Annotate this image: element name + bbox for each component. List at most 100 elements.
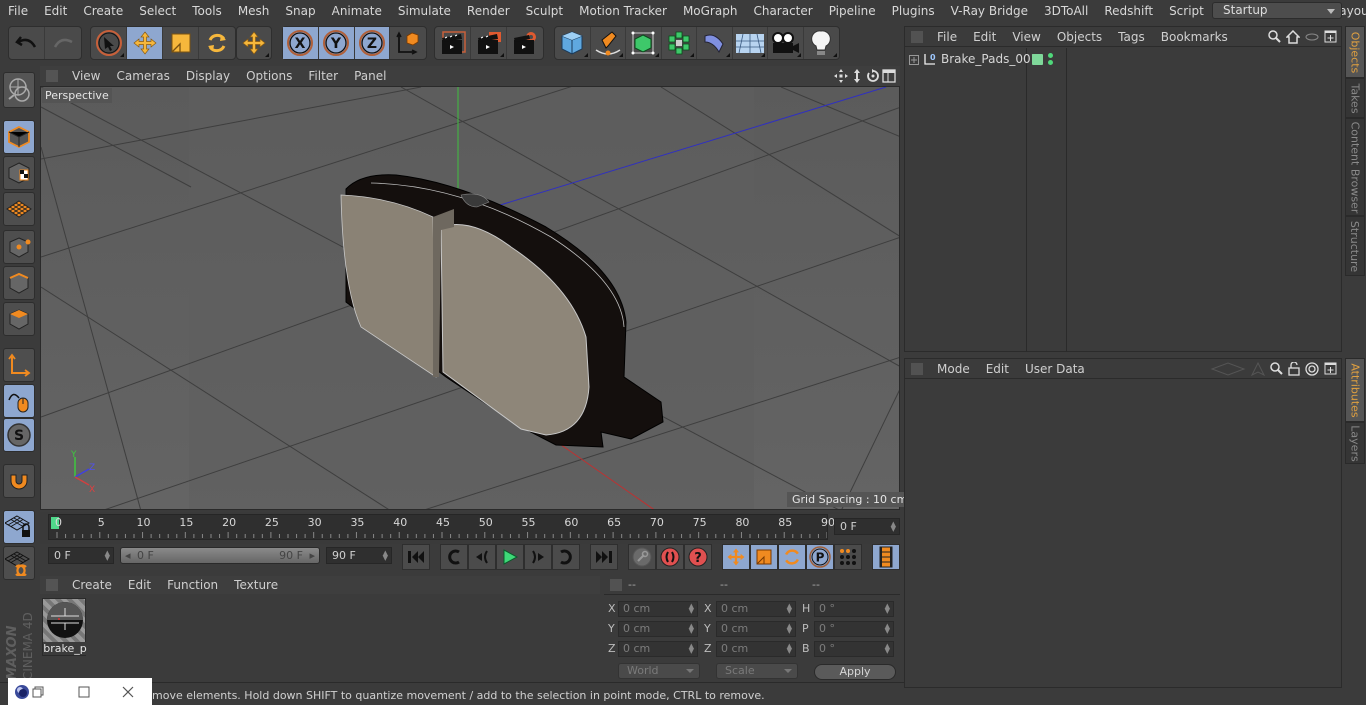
end-frame-field[interactable]: 90 F ▲ ▼ bbox=[326, 547, 392, 564]
enable-axis-button[interactable] bbox=[3, 348, 35, 382]
lock-icon[interactable] bbox=[1288, 361, 1300, 376]
position-key-button[interactable] bbox=[722, 544, 750, 570]
home-icon[interactable] bbox=[1286, 29, 1300, 44]
menu-select[interactable]: Select bbox=[131, 4, 184, 18]
menu-motion-tracker[interactable]: Motion Tracker bbox=[571, 4, 675, 18]
tab-takes[interactable]: Takes bbox=[1345, 78, 1365, 118]
cube-primitive-button[interactable] bbox=[555, 27, 591, 59]
rot-b-field[interactable]: 0 ° ▲ ▼ bbox=[814, 641, 894, 657]
viewport-menu-filter[interactable]: Filter bbox=[300, 69, 346, 83]
material-menu-create[interactable]: Create bbox=[64, 578, 120, 592]
tweak-mode-button[interactable] bbox=[3, 384, 35, 418]
menu-animate[interactable]: Animate bbox=[324, 4, 390, 18]
go-to-start-button[interactable] bbox=[402, 544, 430, 570]
next-frame-button[interactable] bbox=[524, 544, 552, 570]
subdivision-surface-button[interactable] bbox=[626, 27, 662, 59]
objects-menu-view[interactable]: View bbox=[1004, 30, 1048, 44]
y-axis-lock-button[interactable]: Y bbox=[318, 27, 355, 59]
menu-3dtoall[interactable]: 3DToAll bbox=[1036, 4, 1096, 18]
size-y-field[interactable]: 0 cm ▲ ▼ bbox=[716, 621, 796, 637]
material-menu-edit[interactable]: Edit bbox=[120, 578, 159, 592]
go-to-end-button[interactable] bbox=[590, 544, 618, 570]
panel-grip-icon[interactable] bbox=[610, 579, 622, 591]
snapping-button[interactable] bbox=[3, 464, 35, 498]
menu-file[interactable]: File bbox=[0, 4, 36, 18]
menu-redshift[interactable]: Redshift bbox=[1096, 4, 1161, 18]
rot-h-field[interactable]: 0 ° ▲ ▼ bbox=[814, 601, 894, 617]
timeline-ruler[interactable]: 0 5 10 15 20 25 30 35 40 45 50 55 60 65 70 75 80 85 90 bbox=[48, 514, 835, 540]
pen-spline-button[interactable] bbox=[591, 27, 626, 59]
menu-sculpt[interactable]: Sculpt bbox=[518, 4, 571, 18]
tab-content-browser[interactable]: Content Browser bbox=[1345, 118, 1365, 216]
up-arrow-icon[interactable] bbox=[1251, 361, 1265, 376]
viewport-menu-cameras[interactable]: Cameras bbox=[108, 69, 177, 83]
move-last-tool-button[interactable] bbox=[237, 27, 271, 59]
objects-menu-objects[interactable]: Objects bbox=[1049, 30, 1110, 44]
pos-x-field[interactable]: 0 cm ▲ ▼ bbox=[618, 601, 698, 617]
workplane-lock-button[interactable] bbox=[3, 510, 35, 544]
tab-layers[interactable]: Layers bbox=[1345, 422, 1365, 464]
material-menu-texture[interactable]: Texture bbox=[226, 578, 286, 592]
layer-color-swatch[interactable] bbox=[1032, 54, 1043, 65]
menu-script[interactable]: Script bbox=[1161, 4, 1212, 18]
redo-button[interactable] bbox=[45, 27, 81, 59]
new-view-icon[interactable] bbox=[1324, 362, 1337, 375]
close-icon[interactable] bbox=[122, 686, 134, 698]
dolly-icon[interactable] bbox=[850, 69, 864, 83]
x-axis-lock-button[interactable]: X bbox=[283, 27, 319, 59]
camera-button[interactable] bbox=[768, 27, 804, 59]
objects-menu-file[interactable]: File bbox=[929, 30, 965, 44]
timeline-window-button[interactable] bbox=[872, 544, 900, 570]
attributes-menu-user-data[interactable]: User Data bbox=[1017, 362, 1093, 376]
bend-deformer-button[interactable] bbox=[697, 27, 733, 59]
new-view-icon[interactable] bbox=[1324, 30, 1337, 43]
live-selection-button[interactable] bbox=[91, 27, 127, 59]
rot-p-field[interactable]: 0 ° ▲ ▼ bbox=[814, 621, 894, 637]
size-mode-select[interactable]: Scale bbox=[716, 663, 798, 679]
make-editable-button[interactable] bbox=[3, 72, 35, 108]
edges-mode-button[interactable] bbox=[3, 266, 35, 300]
orbit-icon[interactable] bbox=[866, 69, 880, 83]
menu-simulate[interactable]: Simulate bbox=[390, 4, 459, 18]
menu-pipeline[interactable]: Pipeline bbox=[821, 4, 884, 18]
move-button[interactable] bbox=[127, 27, 163, 59]
previous-key-button[interactable] bbox=[440, 544, 468, 570]
menu-render[interactable]: Render bbox=[459, 4, 518, 18]
light-button[interactable] bbox=[804, 27, 839, 59]
pos-y-field[interactable]: 0 cm ▲ ▼ bbox=[618, 621, 698, 637]
keyframe-selection-button[interactable]: ? bbox=[684, 544, 712, 570]
tab-structure[interactable]: Structure bbox=[1345, 216, 1365, 276]
rotation-key-button[interactable] bbox=[778, 544, 806, 570]
material-menu-function[interactable]: Function bbox=[159, 578, 226, 592]
workplane-mode-button[interactable] bbox=[3, 192, 35, 226]
viewport-menu-display[interactable]: Display bbox=[178, 69, 238, 83]
size-x-field[interactable]: 0 cm ▲ ▼ bbox=[716, 601, 796, 617]
link-icon[interactable] bbox=[1305, 32, 1319, 42]
viewport-menu-panel[interactable]: Panel bbox=[346, 69, 394, 83]
tab-attributes[interactable]: Attributes bbox=[1345, 358, 1365, 422]
size-z-field[interactable]: 0 cm ▲ ▼ bbox=[716, 641, 796, 657]
start-frame-field[interactable]: 0 F ▲ ▼ bbox=[48, 547, 114, 564]
autokey-button[interactable] bbox=[656, 544, 684, 570]
panel-grip-icon[interactable] bbox=[911, 30, 923, 43]
play-button[interactable] bbox=[496, 544, 524, 570]
viewport-menu-options[interactable]: Options bbox=[238, 69, 300, 83]
scale-key-button[interactable] bbox=[750, 544, 778, 570]
z-axis-lock-button[interactable]: Z bbox=[354, 27, 391, 59]
expand-icon[interactable] bbox=[909, 55, 919, 65]
points-mode-button[interactable] bbox=[3, 230, 35, 264]
3d-viewport[interactable]: Y Z X bbox=[40, 86, 900, 510]
menu-mograph[interactable]: MoGraph bbox=[675, 4, 746, 18]
menu-character[interactable]: Character bbox=[745, 4, 820, 18]
maximize-icon[interactable] bbox=[78, 686, 90, 698]
texture-mode-button[interactable] bbox=[3, 156, 35, 190]
objects-menu-bookmarks[interactable]: Bookmarks bbox=[1153, 30, 1236, 44]
editor-visibility-dot[interactable] bbox=[1048, 53, 1053, 58]
coordinate-system-button[interactable] bbox=[390, 27, 426, 59]
attributes-menu-mode[interactable]: Mode bbox=[929, 362, 978, 376]
panel-grip-icon[interactable] bbox=[911, 362, 923, 375]
panel-grip-icon[interactable] bbox=[46, 70, 58, 82]
polygons-mode-button[interactable] bbox=[3, 302, 35, 336]
range-right-arrow-icon[interactable]: ▸ bbox=[309, 548, 315, 563]
scale-button[interactable] bbox=[163, 27, 199, 59]
